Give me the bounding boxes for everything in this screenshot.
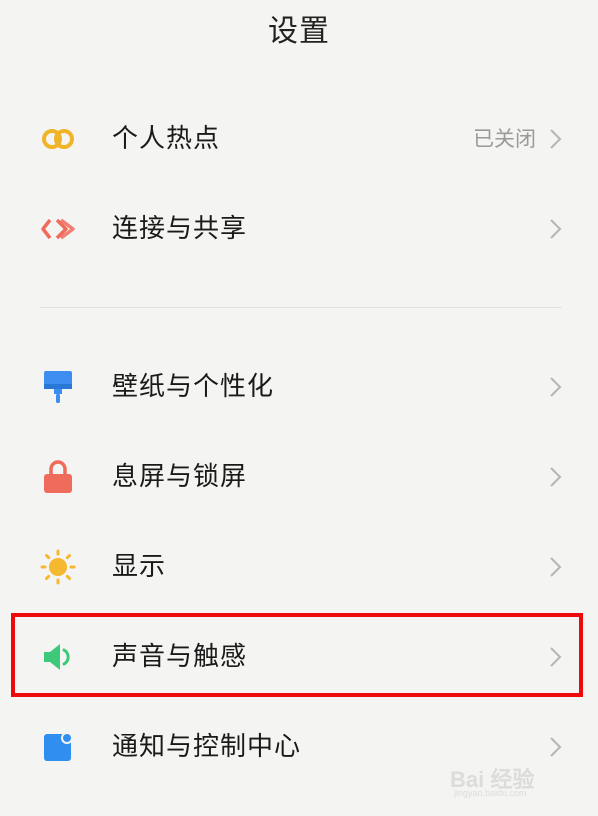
settings-item-label: 个人热点 bbox=[112, 124, 221, 154]
settings-item-hotspot[interactable]: 个人热点 已关闭 bbox=[0, 95, 598, 183]
settings-item-display[interactable]: 显示 bbox=[0, 523, 598, 611]
settings-item-label: 显示 bbox=[112, 552, 167, 582]
lock-icon bbox=[40, 459, 76, 495]
chevron-right-icon bbox=[548, 376, 562, 398]
chevron-right-icon bbox=[548, 128, 562, 150]
hotspot-icon bbox=[40, 121, 76, 157]
settings-item-wallpaper[interactable]: 壁纸与个性化 bbox=[0, 343, 598, 431]
settings-item-connection-share[interactable]: 连接与共享 bbox=[0, 185, 598, 273]
connection-share-icon bbox=[40, 211, 76, 247]
baidu-jingyan-watermark: Bai 经验 jingyan.baidu.com bbox=[450, 762, 580, 802]
highlight-box bbox=[11, 613, 583, 697]
sun-icon bbox=[40, 549, 76, 585]
section-divider bbox=[40, 307, 562, 308]
wallpaper-brush-icon bbox=[40, 369, 76, 405]
hotspot-status: 已关闭 bbox=[473, 127, 536, 151]
settings-item-lock-screen[interactable]: 息屏与锁屏 bbox=[0, 433, 598, 521]
page-title: 设置 bbox=[268, 14, 330, 49]
settings-item-label: 连接与共享 bbox=[112, 214, 248, 244]
chevron-right-icon bbox=[548, 466, 562, 488]
watermark-url: jingyan.baidu.com bbox=[454, 788, 527, 798]
settings-item-label: 壁纸与个性化 bbox=[112, 372, 275, 402]
settings-item-label: 息屏与锁屏 bbox=[112, 462, 248, 492]
settings-item-label: 通知与控制中心 bbox=[112, 732, 302, 762]
chevron-right-icon bbox=[548, 556, 562, 578]
notification-icon bbox=[40, 729, 76, 765]
settings-screen: 设置 个人热点 已关闭 连接与共享 壁纸与个性化 息屏与锁屏 显示 声音与触感 … bbox=[0, 0, 598, 816]
chevron-right-icon bbox=[548, 218, 562, 240]
chevron-right-icon bbox=[548, 736, 562, 758]
